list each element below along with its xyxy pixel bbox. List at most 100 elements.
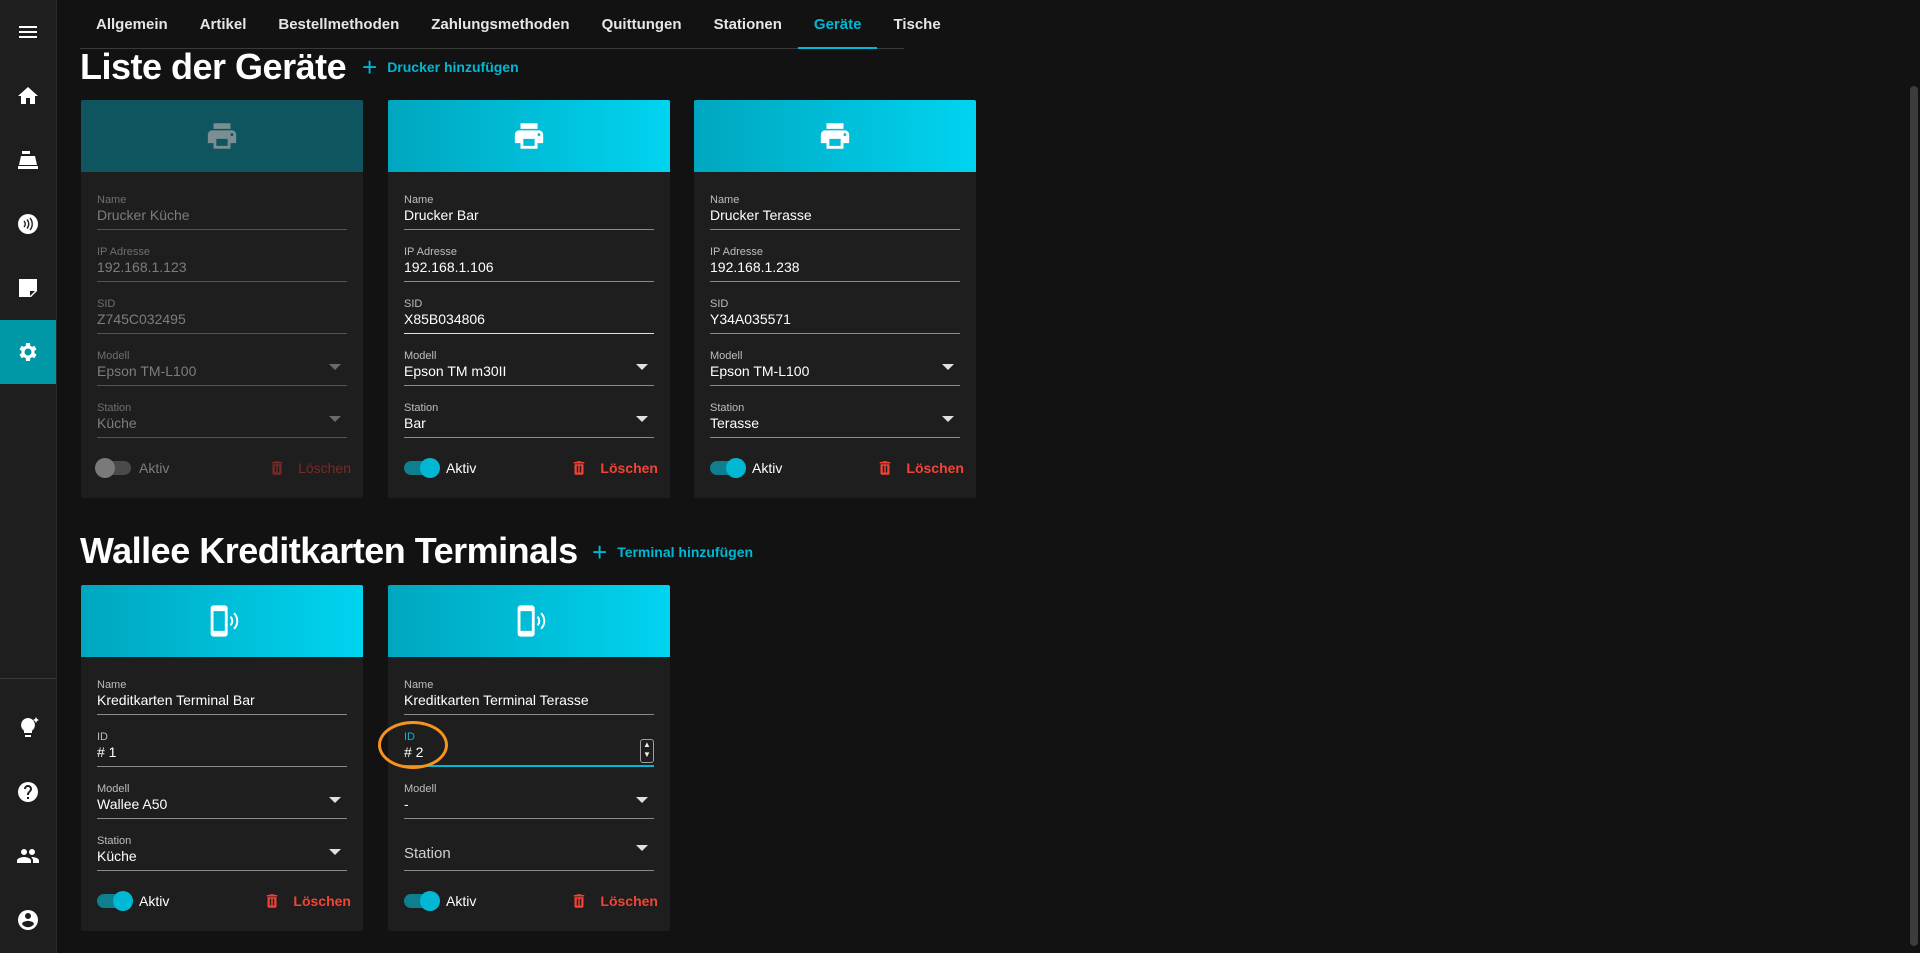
printer-station-select[interactable]: Station Bar bbox=[404, 386, 654, 438]
printer-ip-field[interactable]: IP Adresse 192.168.1.123 bbox=[97, 230, 347, 282]
field-value: Drucker Bar bbox=[404, 207, 479, 223]
delete-button[interactable]: Löschen bbox=[263, 892, 351, 910]
printer-ip-field[interactable]: IP Adresse 192.168.1.238 bbox=[710, 230, 960, 282]
tab-allgemein[interactable]: Allgemein bbox=[80, 0, 184, 48]
terminal-id-field[interactable]: ID # 2 ▲ ▼ bbox=[404, 715, 654, 767]
printer-ip-field[interactable]: IP Adresse 192.168.1.106 bbox=[404, 230, 654, 282]
toggle-switch[interactable] bbox=[95, 458, 131, 478]
field-label: ID bbox=[97, 731, 108, 743]
toggle-switch[interactable] bbox=[404, 458, 440, 478]
contactless-icon bbox=[18, 214, 38, 234]
tab-quittungen[interactable]: Quittungen bbox=[586, 0, 698, 48]
terminal-station-select[interactable]: Station bbox=[404, 819, 654, 871]
printer-name-field[interactable]: Name Drucker Terasse bbox=[710, 178, 960, 230]
printer-name-field[interactable]: Name Drucker Küche bbox=[97, 178, 347, 230]
delete-label: Löschen bbox=[600, 460, 658, 476]
field-value: Bar bbox=[404, 415, 426, 431]
dropdown-arrow-icon bbox=[942, 416, 954, 422]
add-terminal-button[interactable]: + Terminal hinzufügen bbox=[592, 539, 753, 565]
tab-artikel[interactable]: Artikel bbox=[184, 0, 263, 48]
toggle-switch[interactable] bbox=[404, 891, 440, 911]
delete-button[interactable]: Löschen bbox=[570, 892, 658, 910]
active-toggle[interactable]: Aktiv bbox=[95, 458, 169, 478]
tab-geraete[interactable]: Geräte bbox=[797, 0, 878, 49]
terminal-station-select[interactable]: Station Küche bbox=[97, 819, 347, 871]
scrollbar-thumb[interactable] bbox=[1910, 86, 1918, 946]
delete-button[interactable]: Löschen bbox=[570, 459, 658, 477]
field-value: X85B034806 bbox=[404, 311, 485, 327]
toggle-switch[interactable] bbox=[97, 891, 133, 911]
printer-model-select[interactable]: Modell Epson TM-L100 bbox=[710, 334, 960, 386]
tab-zahlungsmethoden[interactable]: Zahlungsmethoden bbox=[415, 0, 585, 48]
printer-sid-field[interactable]: SID X85B034806 bbox=[404, 282, 654, 334]
nav-home[interactable] bbox=[0, 64, 56, 128]
nav-contactless[interactable] bbox=[0, 192, 56, 256]
field-placeholder: Station bbox=[404, 845, 451, 862]
terminal-card: Name Kreditkarten Terminal Bar ID # 1 Mo… bbox=[81, 585, 363, 931]
contactless-phone-icon bbox=[210, 605, 239, 637]
number-stepper[interactable]: ▲ ▼ bbox=[640, 739, 654, 763]
active-toggle[interactable]: Aktiv bbox=[404, 458, 477, 478]
terminal-name-field[interactable]: Name Kreditkarten Terminal Bar bbox=[97, 663, 347, 715]
delete-button[interactable]: Löschen bbox=[876, 459, 964, 477]
tab-stationen[interactable]: Stationen bbox=[698, 0, 798, 48]
printer-sid-field[interactable]: SID Y34A035571 bbox=[710, 282, 960, 334]
printer-model-select[interactable]: Modell Epson TM-L100 bbox=[97, 334, 347, 386]
settings-icon bbox=[19, 343, 37, 361]
dropdown-arrow-icon bbox=[329, 416, 341, 422]
field-value: Epson TM-L100 bbox=[97, 363, 197, 379]
field-label: SID bbox=[710, 298, 729, 310]
terminal-model-select[interactable]: Modell - bbox=[404, 767, 654, 819]
printer-card: Name Drucker Küche IP Adresse 192.168.1.… bbox=[81, 100, 363, 498]
field-label: IP Adresse bbox=[710, 246, 763, 258]
field-label: Station bbox=[710, 402, 745, 414]
tab-tische[interactable]: Tische bbox=[877, 0, 956, 48]
account-icon bbox=[18, 910, 38, 930]
dropdown-arrow-icon bbox=[636, 364, 648, 370]
field-value: Küche bbox=[97, 848, 137, 864]
terminal-name-field[interactable]: Name Kreditkarten Terminal Terasse bbox=[404, 663, 654, 715]
toggle-label: Aktiv bbox=[139, 893, 170, 909]
people-icon bbox=[17, 849, 39, 863]
active-toggle[interactable]: Aktiv bbox=[404, 891, 476, 911]
terminal-model-select[interactable]: Modell Wallee A50 bbox=[97, 767, 347, 819]
printer-sid-field[interactable]: SID Z745C032495 bbox=[97, 282, 347, 334]
printer-model-select[interactable]: Modell Epson TM m30II bbox=[404, 334, 654, 386]
scrollbar[interactable] bbox=[1906, 0, 1920, 953]
tab-bestellmethoden[interactable]: Bestellmethoden bbox=[262, 0, 415, 48]
toggle-switch[interactable] bbox=[710, 458, 746, 478]
menu-button[interactable] bbox=[0, 0, 56, 64]
field-label: IP Adresse bbox=[404, 246, 457, 258]
field-label: IP Adresse bbox=[97, 246, 150, 258]
field-label: SID bbox=[404, 298, 423, 310]
field-value: 192.168.1.123 bbox=[97, 259, 187, 275]
field-value: Epson TM-L100 bbox=[710, 363, 810, 379]
nav-help[interactable] bbox=[0, 760, 56, 824]
active-toggle[interactable]: Aktiv bbox=[710, 458, 783, 478]
nav-account[interactable] bbox=[0, 888, 56, 952]
field-label: Name bbox=[97, 194, 127, 206]
dropdown-arrow-icon bbox=[329, 849, 341, 855]
sidebar-divider bbox=[0, 678, 56, 679]
printer-station-select[interactable]: Station Terasse bbox=[710, 386, 960, 438]
printer-name-field[interactable]: Name Drucker Bar bbox=[404, 178, 654, 230]
toggle-label: Aktiv bbox=[752, 460, 783, 476]
terminal-card: Name Kreditkarten Terminal Terasse ID # … bbox=[388, 585, 670, 931]
delete-button[interactable]: Löschen bbox=[268, 459, 351, 477]
add-printer-button[interactable]: + Drucker hinzufügen bbox=[362, 54, 519, 80]
active-toggle[interactable]: Aktiv bbox=[97, 891, 170, 911]
field-label: Name bbox=[97, 679, 127, 691]
printer-station-select[interactable]: Station Küche bbox=[97, 386, 347, 438]
nav-people[interactable] bbox=[0, 824, 56, 888]
toggle-label: Aktiv bbox=[446, 460, 477, 476]
field-label: Modell bbox=[710, 350, 743, 362]
field-label: Modell bbox=[97, 350, 130, 362]
field-label: Modell bbox=[404, 350, 437, 362]
nav-cash-register[interactable] bbox=[0, 128, 56, 192]
terminal-id-field[interactable]: ID # 1 bbox=[97, 715, 347, 767]
nav-notes[interactable] bbox=[0, 256, 56, 320]
plus-icon: + bbox=[362, 52, 378, 82]
field-label: Modell bbox=[404, 783, 437, 795]
nav-lightbulb[interactable] bbox=[0, 696, 56, 760]
nav-settings[interactable] bbox=[0, 320, 56, 384]
